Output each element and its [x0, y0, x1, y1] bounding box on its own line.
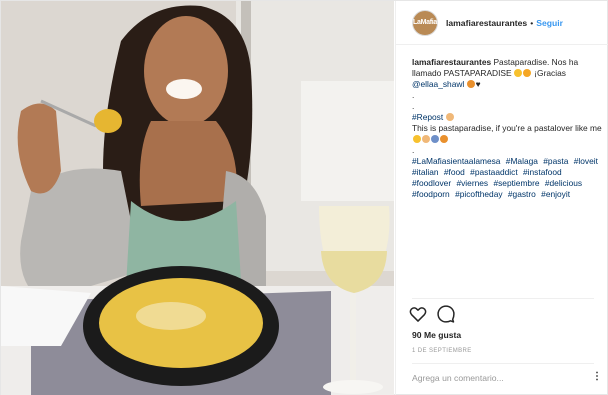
dot-line-2: .	[412, 101, 415, 111]
black-heart-icon: ♥	[475, 79, 481, 89]
caption-text-2: ¡Gracias	[534, 68, 566, 78]
mention-link[interactable]: @ellaa_shawl	[412, 79, 464, 89]
divider	[412, 298, 594, 299]
comment-bubble-icon[interactable]	[436, 304, 456, 324]
post-side-panel: LaMafia lamafiarestaurantes • Seguir lam…	[395, 1, 608, 395]
hashtag[interactable]: #gastro	[508, 189, 536, 199]
hashtag[interactable]: #food	[444, 167, 465, 177]
more-vertical-icon[interactable]: ⋮	[592, 371, 602, 382]
follow-button[interactable]: Seguir	[536, 18, 563, 28]
comment-input[interactable]: Agrega un comentario...	[412, 373, 504, 383]
divider	[412, 363, 594, 364]
heart-outline-icon[interactable]	[408, 304, 428, 324]
hashtag[interactable]: #viernes	[456, 178, 488, 188]
heart-eyes-emoji-icon	[514, 69, 523, 77]
spaghetti-emoji-icon	[467, 80, 476, 88]
hashtag[interactable]: #pasta	[543, 156, 568, 166]
hashtag[interactable]: #septiembre	[493, 178, 539, 188]
laughing-emoji-icon	[412, 135, 421, 143]
header-separator: •	[530, 17, 534, 28]
avatar[interactable]: LaMafia	[412, 9, 438, 36]
repost-text: This is pastaparadise, if you're a pasta…	[412, 123, 602, 133]
caption-username[interactable]: lamafiarestaurantes	[412, 57, 491, 67]
ok-hand-emoji-icon	[421, 135, 430, 143]
hashtag[interactable]: #delicious	[545, 178, 582, 188]
action-bar	[408, 304, 456, 324]
hashtag[interactable]: #foodporn	[412, 189, 450, 199]
hashtag-list: #LaMafiasientaalamesa #Malaga #pasta #lo…	[412, 156, 602, 200]
dot-line-1: .	[412, 90, 415, 100]
post-caption: lamafiarestaurantes Pastaparadise. Nos h…	[412, 57, 602, 293]
hashtag[interactable]: #loveit	[574, 156, 598, 166]
likes-count[interactable]: 90 Me gusta	[412, 330, 461, 340]
praying-emoji-icon	[430, 135, 439, 143]
hashtag[interactable]: #LaMafiasientaalamesa	[412, 156, 500, 166]
post-date[interactable]: 1 DE SEPTIEMBRE	[412, 348, 472, 354]
hashtag[interactable]: #enjoyit	[541, 189, 570, 199]
instagram-post: LaMafia lamafiarestaurantes • Seguir lam…	[0, 0, 608, 395]
hashtag[interactable]: #instafood	[523, 167, 562, 177]
dot-line-3: .	[412, 145, 415, 155]
header-username[interactable]: lamafiarestaurantes	[446, 18, 527, 28]
post-header: LaMafia lamafiarestaurantes • Seguir	[396, 1, 608, 45]
hashtag-repost[interactable]: #Repost	[412, 112, 443, 122]
hashtag[interactable]: #foodlover	[412, 178, 451, 188]
hashtag[interactable]: #pastaaddict	[470, 167, 518, 177]
pointing-down-hand-icon	[446, 113, 455, 121]
blush-emoji-icon	[523, 69, 532, 77]
hashtag[interactable]: #italian	[412, 167, 439, 177]
photo-illustration	[1, 1, 394, 395]
hashtag[interactable]: #Malaga	[506, 156, 538, 166]
post-photo[interactable]	[1, 1, 394, 395]
spaghetti-emoji-icon-2	[439, 135, 448, 143]
hashtag[interactable]: #picoftheday	[455, 189, 503, 199]
